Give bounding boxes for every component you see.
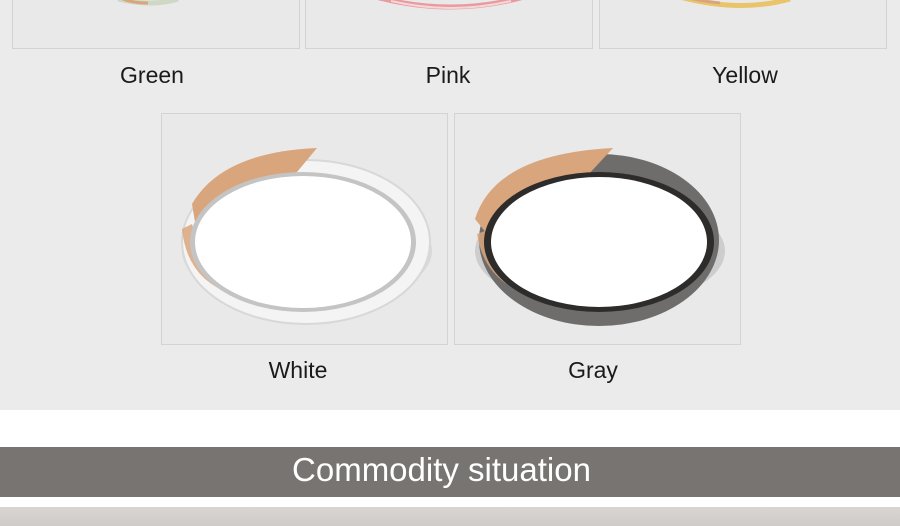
- ceiling-lamp-pink-icon: [377, 0, 523, 10]
- variant-label-gray: Gray: [568, 357, 618, 383]
- product-tile-gray[interactable]: [454, 113, 741, 345]
- ceiling-lamp-gray-icon: [475, 148, 725, 326]
- ceiling-lamp-yellow-icon: [681, 0, 791, 9]
- product-tile-pink[interactable]: [305, 0, 593, 49]
- ceiling-lamp-white-icon: [181, 148, 432, 325]
- section-title: Commodity situation: [292, 451, 591, 488]
- next-section-preview: [0, 507, 900, 526]
- product-tile-yellow[interactable]: [599, 0, 887, 49]
- variant-label-yellow: Yellow: [712, 62, 778, 88]
- color-options-gallery: Green Pink Yellow White Gray: [0, 0, 900, 410]
- variant-label-green: Green: [120, 62, 184, 88]
- variant-label-white: White: [268, 357, 328, 383]
- variant-label-pink: Pink: [425, 62, 471, 88]
- product-tile-white[interactable]: [161, 113, 448, 345]
- product-tile-green[interactable]: [12, 0, 300, 49]
- ceiling-lamp-green-icon: [117, 0, 179, 6]
